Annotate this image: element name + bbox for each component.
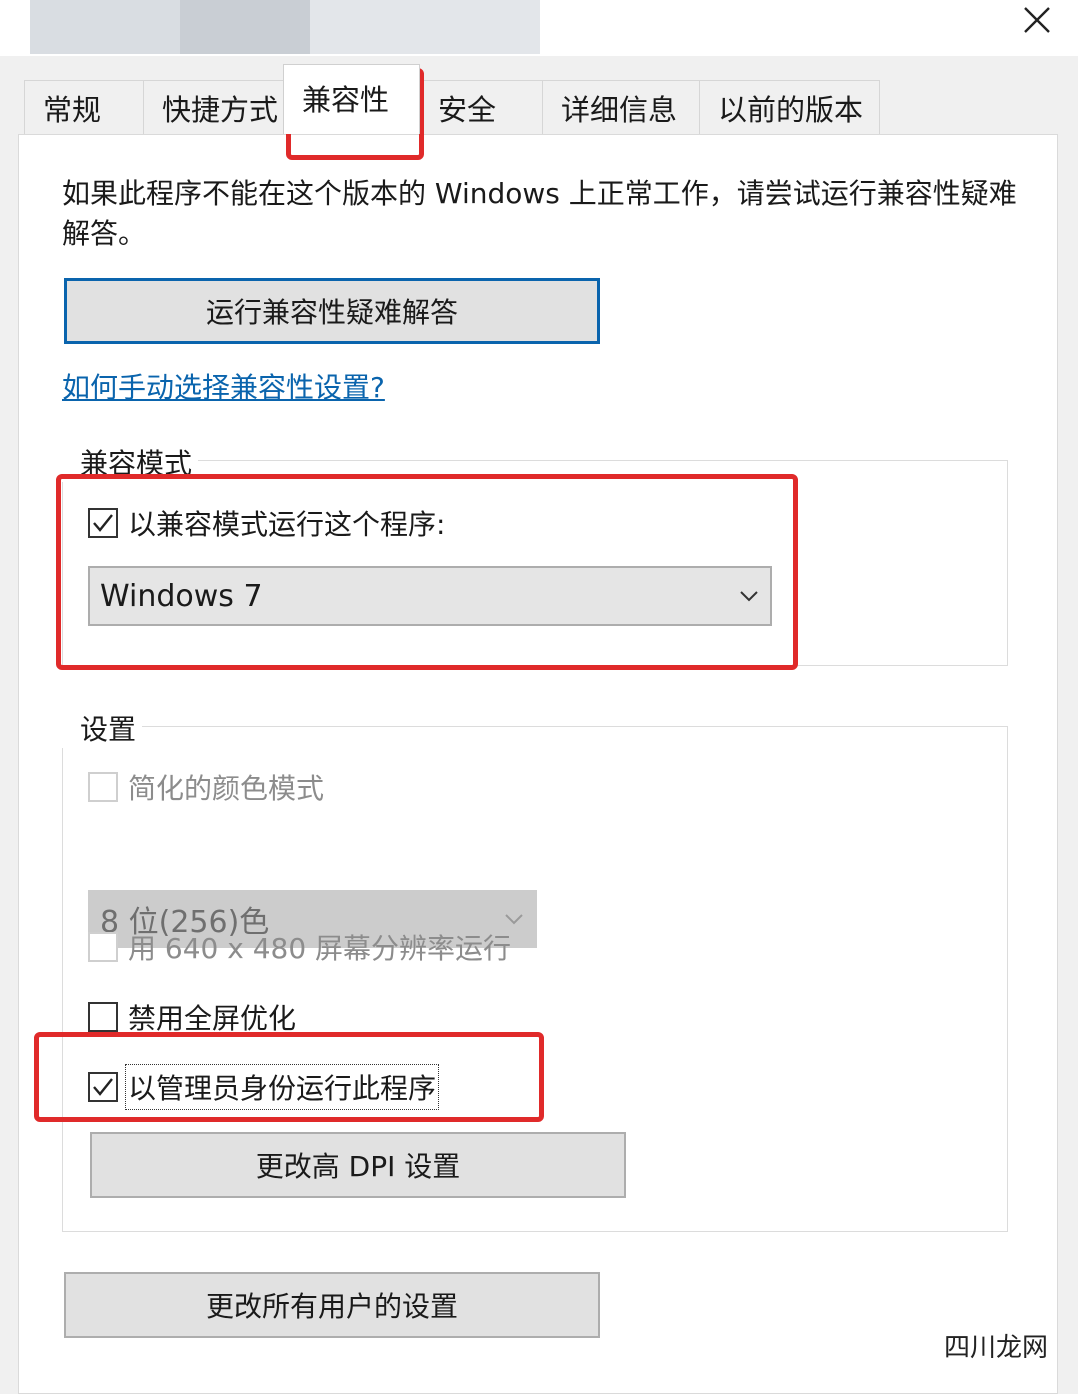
run-as-admin-row[interactable]: 以管理员身份运行此程序 <box>88 1064 440 1110</box>
watermark: 四川龙网 <box>943 1333 1048 1363</box>
compat-mode-checkbox-row[interactable]: 以兼容模式运行这个程序: <box>88 503 445 543</box>
settings-legend: 设置 <box>62 708 143 748</box>
run-as-admin-checkbox[interactable] <box>88 1072 118 1102</box>
run-as-admin-label: 以管理员身份运行此程序 <box>124 1064 440 1110</box>
tab-details[interactable]: 详细信息 <box>542 80 700 134</box>
res-640-label: 用 640 x 480 屏幕分辨率运行 <box>128 932 512 965</box>
disable-fullscreen-row[interactable]: 禁用全屏优化 <box>88 997 296 1037</box>
compat-mode-group <box>62 460 1008 666</box>
title-bar <box>0 0 1078 56</box>
check-icon <box>93 514 113 532</box>
compat-mode-legend: 兼容模式 <box>62 442 199 482</box>
blurred-title <box>30 0 180 54</box>
tab-security[interactable]: 安全 <box>419 80 543 134</box>
reduced-color-checkbox <box>88 772 118 802</box>
reduced-color-row: 简化的颜色模式 <box>88 767 324 807</box>
compat-intro-text: 如果此程序不能在这个版本的 Windows 上正常工作，请尝试运行兼容性疑难解答… <box>62 177 1017 250</box>
os-version-dropdown[interactable]: Windows 7 <box>88 566 772 626</box>
close-button[interactable] <box>1014 0 1060 40</box>
close-icon <box>1024 7 1050 33</box>
change-dpi-button[interactable]: 更改高 DPI 设置 <box>90 1132 626 1198</box>
res-640-checkbox <box>88 932 118 962</box>
reduced-color-label: 简化的颜色模式 <box>128 772 325 805</box>
tab-strip: 常规 快捷方式 兼容性 安全 详细信息 以前的版本 <box>24 64 880 136</box>
os-version-selected: Windows 7 <box>100 578 263 614</box>
check-icon <box>93 1078 113 1096</box>
res-640-row: 用 640 x 480 屏幕分辨率运行 <box>88 927 511 967</box>
compat-mode-checkbox-label: 以兼容模式运行这个程序: <box>128 508 446 541</box>
tab-compatibility[interactable]: 兼容性 <box>283 64 420 134</box>
tab-general[interactable]: 常规 <box>24 80 144 134</box>
compat-mode-checkbox[interactable] <box>88 508 118 538</box>
chevron-down-icon <box>740 591 758 602</box>
disable-fullscreen-checkbox[interactable] <box>88 1002 118 1032</box>
tab-shortcut[interactable]: 快捷方式 <box>143 80 284 134</box>
blurred-title <box>180 0 310 54</box>
tab-previous-versions[interactable]: 以前的版本 <box>699 80 880 134</box>
disable-fullscreen-label: 禁用全屏优化 <box>128 1002 297 1035</box>
chevron-down-icon <box>505 914 523 925</box>
run-troubleshooter-button[interactable]: 运行兼容性疑难解答 <box>64 278 600 344</box>
blurred-title <box>310 0 540 54</box>
help-link[interactable]: 如何手动选择兼容性设置? <box>62 366 385 406</box>
change-all-users-button[interactable]: 更改所有用户的设置 <box>64 1272 600 1338</box>
